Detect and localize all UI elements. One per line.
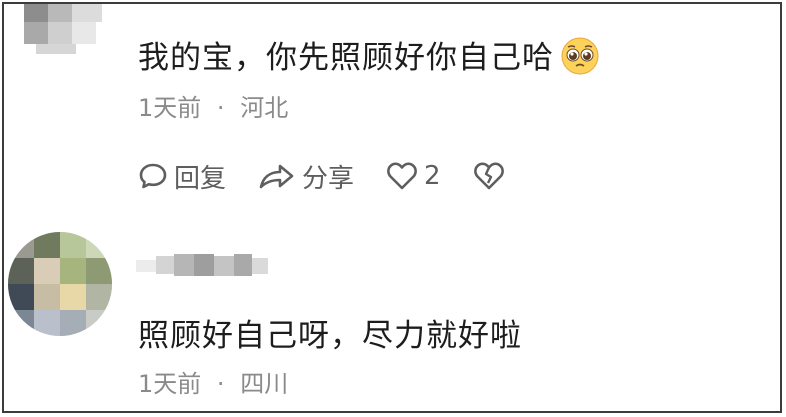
- comment-text: 我的宝，你先照顾好你自己哈: [138, 32, 600, 77]
- comment-text: 照顾好自己呀，尽力就好啦: [138, 310, 522, 355]
- comment-bubble-icon: [139, 163, 167, 189]
- comment-location: 河北: [240, 94, 289, 122]
- pleading-face-emoji: [561, 37, 599, 75]
- username[interactable]: [136, 252, 268, 280]
- comment-time: 1天前: [138, 370, 202, 398]
- comment-actions: 回复 分享 2: [138, 156, 537, 196]
- like-button[interactable]: 2: [386, 161, 441, 191]
- heart-icon: [387, 162, 417, 190]
- share-label: 分享: [302, 163, 355, 194]
- comment-meta: 1天前 · 四川: [138, 364, 288, 399]
- reply-label: 回复: [174, 163, 227, 194]
- comment-location: 四川: [240, 370, 289, 398]
- share-arrow-icon: [259, 164, 294, 189]
- dislike-button[interactable]: [473, 161, 505, 191]
- avatar[interactable]: [8, 232, 112, 336]
- reply-button[interactable]: 回复: [138, 158, 226, 195]
- like-count: 2: [424, 161, 441, 191]
- broken-heart-icon: [473, 162, 504, 190]
- meta-separator: ·: [216, 94, 225, 122]
- comment-list: 我的宝，你先照顾好你自己哈 1天前 · 河北 回复 分享 2 照顾好自己呀，尽力…: [2, 2, 782, 413]
- comment-body: 照顾好自己呀，尽力就好啦: [138, 318, 522, 354]
- share-button[interactable]: 分享: [258, 158, 354, 195]
- comment-time: 1天前: [138, 94, 202, 122]
- avatar[interactable]: [4, 4, 114, 56]
- meta-separator: ·: [216, 370, 225, 398]
- comment-meta: 1天前 · 河北: [138, 88, 288, 123]
- comment-body: 我的宝，你先照顾好你自己哈: [138, 40, 554, 76]
